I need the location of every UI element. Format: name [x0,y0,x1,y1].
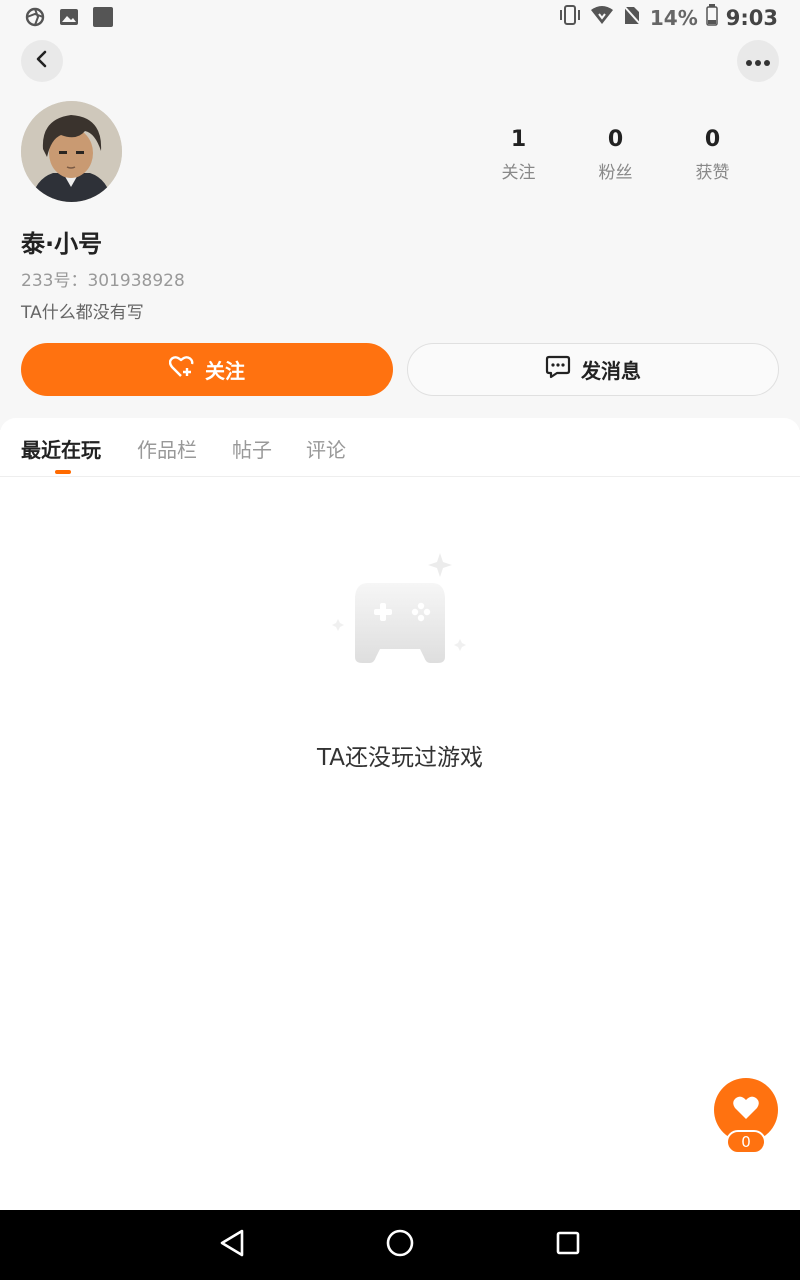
profile-uid: 233号：301938928 [21,271,185,291]
system-navigation-bar [0,1210,800,1280]
more-options-button[interactable] [737,40,779,82]
stat-value: 0 [704,127,721,152]
more-dots-icon [745,52,771,71]
chat-bubble-icon [545,355,571,384]
tab-bar: 最近在玩 作品栏 帖子 评论 [0,418,800,477]
battery-percent: 14% [649,5,698,30]
app-square-icon [92,6,114,28]
tab-works[interactable]: 作品栏 [137,434,197,463]
circle-home-icon [385,1228,415,1262]
gallery-icon [58,6,80,28]
send-message-button[interactable]: 发消息 [407,343,779,396]
vibrate-icon [558,4,582,31]
square-recents-icon [555,1230,581,1260]
profile-nickname: 泰·小号 [21,230,103,258]
stat-value: 0 [607,127,624,152]
chevron-left-icon [34,50,50,72]
tab-posts[interactable]: 帖子 [232,434,272,463]
nav-home-button[interactable] [382,1227,418,1263]
stat-following[interactable]: 1 关注 [470,126,567,183]
battery-icon [706,4,718,31]
vpn-icon [24,6,46,28]
no-sim-icon [622,4,642,31]
content-card: 最近在玩 作品栏 帖子 评论 TA还没玩过游戏 [0,418,800,1210]
stat-likes[interactable]: 0 获赞 [664,126,761,183]
follow-button[interactable]: 关注 [21,343,393,396]
status-bar: 14% 9:03 [0,0,800,34]
stat-value: 1 [510,127,527,152]
like-count-badge: 0 [726,1130,766,1154]
wifi-icon [590,5,614,30]
tab-indicator [55,470,71,474]
avatar[interactable] [21,101,122,202]
stat-label: 粉丝 [598,163,633,183]
nav-back-button[interactable] [214,1227,250,1263]
back-button[interactable] [21,40,63,82]
empty-state-text: TA还没玩过游戏 [317,745,483,771]
gamepad-empty-icon [330,553,470,668]
clock: 9:03 [725,5,778,30]
profile-stats: 1 关注 0 粉丝 0 获赞 [470,126,770,183]
profile-bio: TA什么都没有写 [21,303,144,323]
stat-fans[interactable]: 0 粉丝 [567,126,664,183]
stat-label: 获赞 [695,163,730,183]
tab-comments[interactable]: 评论 [306,434,346,463]
heart-plus-icon [168,355,195,384]
follow-label: 关注 [205,359,245,383]
tab-recent-played[interactable]: 最近在玩 [21,434,101,463]
nav-recents-button[interactable] [550,1227,586,1263]
heart-icon [732,1095,760,1125]
stat-label: 关注 [501,163,536,183]
triangle-back-icon [218,1228,246,1262]
message-label: 发消息 [581,359,641,383]
